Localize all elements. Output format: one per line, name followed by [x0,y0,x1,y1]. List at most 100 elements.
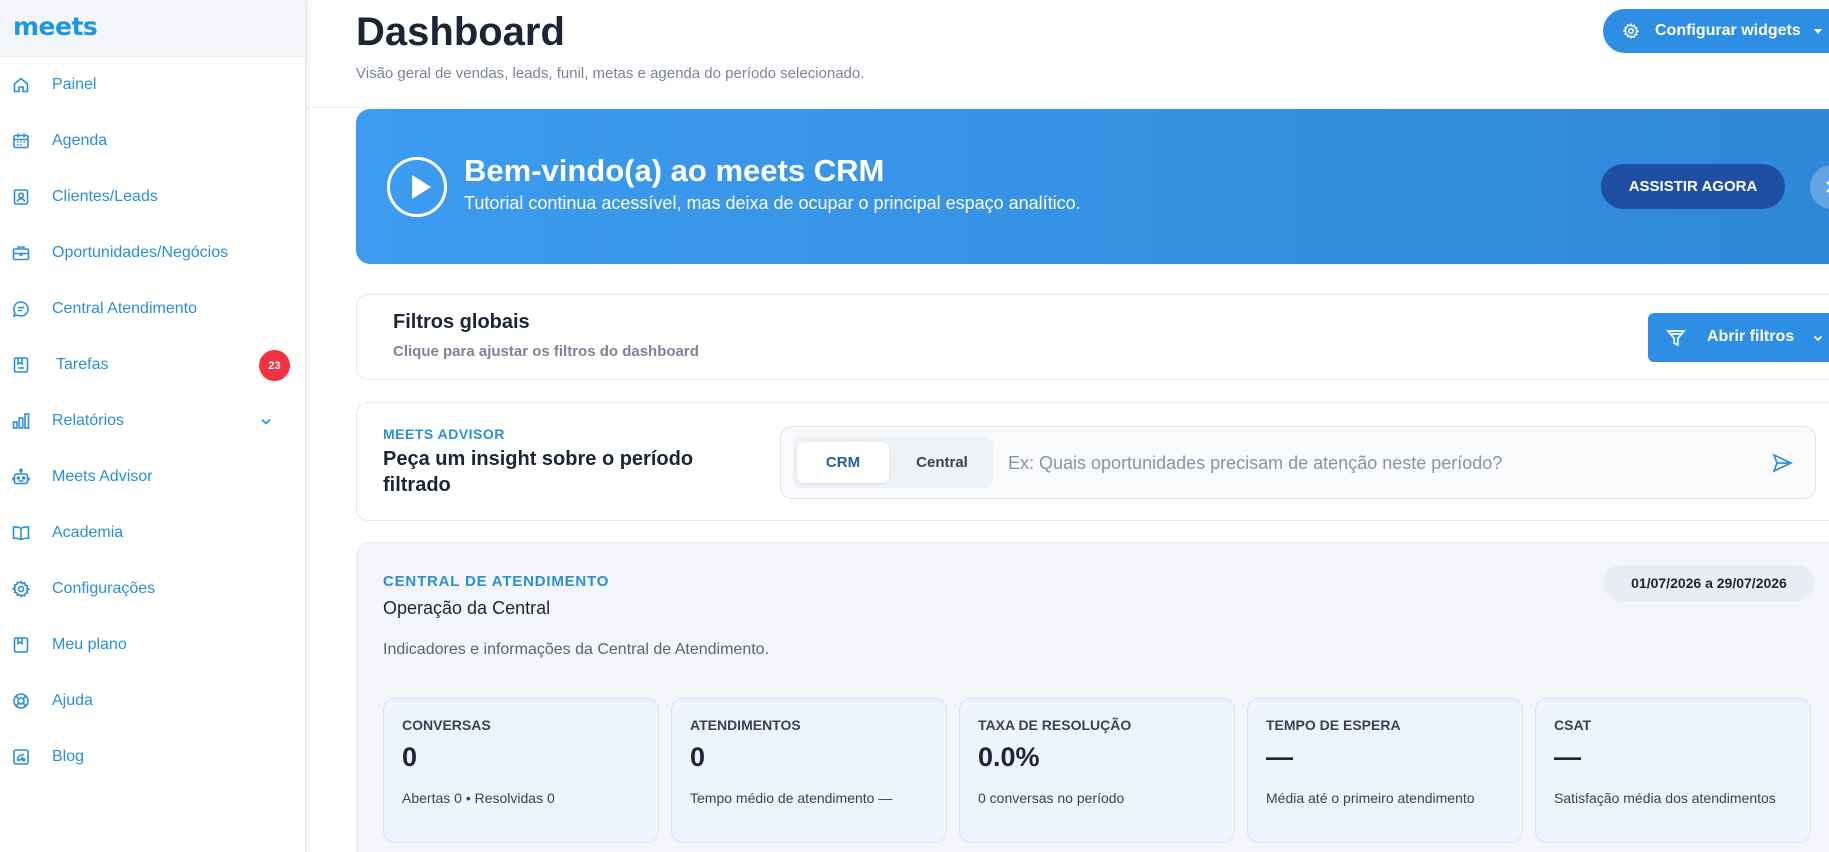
page-header: Dashboard Visão geral de vendas, leads, … [306,0,1829,108]
advisor-question-input[interactable] [1008,449,1738,477]
metric-label: ATENDIMENTOS [690,717,801,733]
briefcase-icon [12,244,30,262]
metric-subtext: Satisfação média dos atendimentos [1554,790,1776,806]
sidebar-item-meu-plano[interactable]: Meu plano [0,625,306,665]
open-filters-label: Abrir filtros [1707,328,1795,345]
sidebar-item-agenda[interactable]: Agenda [0,121,306,161]
contact-card-icon [12,188,30,206]
main-content: Dashboard Visão geral de vendas, leads, … [306,0,1829,852]
play-icon[interactable] [387,157,447,217]
sidebar-item-blog[interactable]: Blog [0,737,306,777]
metric-subtext: Tempo médio de atendimento — [690,790,893,806]
configure-widgets-button[interactable]: Configurar widgets [1603,9,1829,53]
welcome-banner: Bem-vindo(a) ao meets CRM Tutorial conti… [356,109,1829,264]
sidebar-item-painel[interactable]: Painel [0,65,306,105]
send-icon[interactable] [1771,452,1793,479]
metric-subtext: 0 conversas no período [978,790,1125,806]
home-icon [12,76,30,94]
metric-label: CONVERSAS [402,717,491,733]
metric-value: 0 [690,742,706,772]
sidebar-item-label: Meu plano [52,636,127,653]
metric-label: TEMPO DE ESPERA [1266,717,1401,733]
close-icon [1826,181,1829,193]
sidebar: meets Painel Agenda Clientes/Leads Oport… [0,0,306,852]
banner-title: Bem-vindo(a) ao meets CRM [464,153,885,188]
metric-value: — [1266,742,1293,772]
metric-card-tempo-espera: TEMPO DE ESPERA — Média até o primeiro a… [1247,698,1523,843]
blog-icon [12,748,30,766]
banner-subtitle: Tutorial continua acessível, mas deixa d… [464,193,1081,213]
sidebar-item-relatorios[interactable]: Relatórios [0,401,306,441]
chevron-down-icon[interactable] [259,414,273,428]
calendar-icon [12,132,30,150]
sidebar-item-label: Meets Advisor [52,468,153,485]
advisor-ask-box: CRM Central [780,426,1816,499]
open-filters-button[interactable]: Abrir filtros [1648,313,1829,362]
logo-bar: meets [0,0,305,58]
sidebar-item-oportunidades[interactable]: Oportunidades/Negócios [0,233,306,273]
sidebar-item-label: Painel [52,76,97,93]
metric-value: 0.0% [978,742,1040,772]
lifebuoy-icon [12,692,30,710]
global-filters-panel: Filtros globais Clique para ajustar os f… [356,294,1829,380]
task-icon [12,356,30,374]
sidebar-item-tarefas[interactable]: Tarefas 23 [0,345,306,385]
chat-icon [12,300,30,318]
central-atendimento-section: CENTRAL DE ATENDIMENTO Operação da Centr… [356,542,1829,852]
filters-subtitle: Clique para ajustar os filtros do dashbo… [393,343,699,360]
central-description: Indicadores e informações da Central de … [383,641,770,658]
close-banner-button[interactable] [1810,165,1829,209]
book-icon [12,524,30,542]
metric-value: — [1554,742,1581,772]
advisor-question: Peça um insight sobre o período filtrado [383,448,694,496]
sidebar-item-clientes-leads[interactable]: Clientes/Leads [0,177,306,217]
metric-card-atendimentos: ATENDIMENTOS 0 Tempo médio de atendiment… [671,698,947,843]
sidebar-item-central-atendimento[interactable]: Central Atendimento [0,289,306,329]
funnel-icon [1666,328,1686,353]
metric-subtext: Abertas 0 • Resolvidas 0 [402,790,555,806]
gear-icon [1622,23,1640,39]
metric-card-taxa-resolucao: TAXA DE RESOLUÇÃO 0.0% 0 conversas no pe… [959,698,1235,843]
tab-central[interactable]: Central [895,442,989,483]
sidebar-item-ajuda[interactable]: Ajuda [0,681,306,721]
robot-icon [12,468,30,486]
sidebar-item-label: Blog [52,748,85,765]
date-range-chip: 01/07/2026 a 29/07/2026 [1603,565,1815,601]
tab-crm[interactable]: CRM [797,442,889,483]
sidebar-item-label: Configurações [52,580,156,597]
meets-advisor-panel: MEETS ADVISOR Peça um insight sobre o pe… [356,402,1829,521]
central-kicker: CENTRAL DE ATENDIMENTO [383,573,610,590]
sidebar-item-label: Agenda [52,132,108,149]
page-title: Dashboard [356,10,565,54]
sidebar-item-label: Academia [52,524,124,541]
configure-widgets-label: Configurar widgets [1655,22,1801,39]
sidebar-item-configuracoes[interactable]: Configurações [0,569,306,609]
gear-icon [12,580,30,598]
metric-label: TAXA DE RESOLUÇÃO [978,717,1132,733]
filters-title: Filtros globais [393,311,530,333]
advisor-kicker: MEETS ADVISOR [383,426,505,442]
bookmark-icon [12,636,30,654]
page-subtitle: Visão geral de vendas, leads, funil, met… [356,65,865,82]
sidebar-item-label: Clientes/Leads [52,188,158,205]
central-title: Operação da Central [383,598,551,618]
sidebar-item-academia[interactable]: Academia [0,513,306,553]
metric-value: 0 [402,742,418,772]
meets-logo[interactable]: meets [13,12,98,41]
watch-now-button[interactable]: ASSISTIR AGORA [1601,164,1785,209]
tasks-count-badge: 23 [259,350,290,381]
chevron-down-icon [1812,331,1824,349]
metric-card-conversas: CONVERSAS 0 Abertas 0 • Resolvidas 0 [383,698,659,843]
sidebar-item-label: Central Atendimento [52,300,197,317]
sidebar-item-label: Oportunidades/Negócios [52,244,229,261]
sidebar-item-label: Ajuda [52,692,93,709]
advisor-scope-toggle: CRM Central [793,437,993,488]
caret-down-icon [1814,29,1822,34]
sidebar-item-label: Relatórios [52,412,125,429]
bar-chart-icon [12,412,30,430]
sidebar-item-meets-advisor[interactable]: Meets Advisor [0,457,306,497]
sidebar-item-label: Tarefas [56,356,109,373]
metric-card-csat: CSAT — Satisfação média dos atendimentos [1535,698,1811,843]
metric-label: CSAT [1554,717,1592,733]
metric-subtext: Média até o primeiro atendimento [1266,790,1475,806]
